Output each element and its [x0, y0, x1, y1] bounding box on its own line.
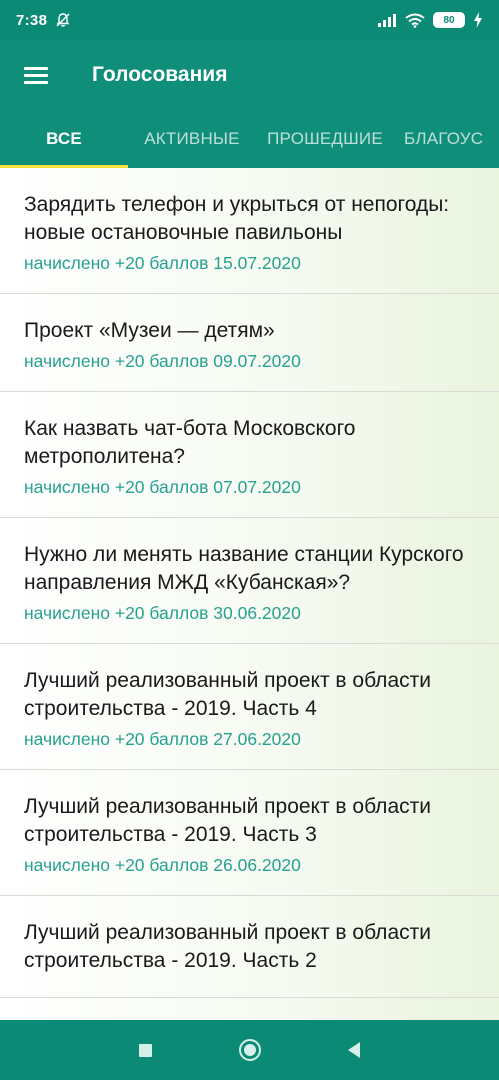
status-bar: 7:38 80: [0, 0, 499, 40]
status-icons: 80: [377, 12, 483, 28]
list-item[interactable]: Лучший реализованный проект в области ст…: [0, 770, 499, 896]
list-item[interactable]: Проект «Музеи — детям» начислено +20 бал…: [0, 294, 499, 392]
list-item[interactable]: Как назвать чат-бота Московского метропо…: [0, 392, 499, 518]
system-nav-bar: [0, 1020, 499, 1080]
poll-title: Лучший реализованный проект в области ст…: [24, 921, 431, 972]
bolt-icon: [474, 12, 482, 28]
poll-title: Проект «Музеи — детям»: [24, 319, 275, 342]
list-item[interactable]: Нужно ли менять название станции Курског…: [0, 518, 499, 644]
square-icon: [139, 1043, 152, 1057]
tab-past[interactable]: ПРОШЕДШИЕ: [256, 110, 394, 168]
poll-points: начислено +20 баллов 26.06.2020: [24, 855, 301, 875]
wifi-icon: [405, 13, 425, 28]
poll-title: Лучший реализованный проект в области ст…: [24, 795, 431, 846]
poll-points: начислено +20 баллов 27.06.2020: [24, 729, 301, 749]
home-button[interactable]: [198, 1020, 302, 1080]
tab-active[interactable]: АКТИВНЫЕ: [128, 110, 256, 168]
poll-title: Нужно ли менять название станции Курског…: [24, 543, 464, 594]
tab-bar: ВСЕ АКТИВНЫЕ ПРОШЕДШИЕ БЛАГОУС: [0, 110, 499, 168]
signal-icon: [378, 14, 396, 27]
app-bar: Голосования: [0, 40, 499, 110]
poll-list: Зарядить телефон и укрыться от непогоды:…: [0, 168, 499, 1020]
back-button[interactable]: [302, 1020, 406, 1080]
list-item[interactable]: Зарядить телефон и укрыться от непогоды:…: [0, 168, 499, 294]
poll-title: Как назвать чат-бота Московского метропо…: [24, 417, 356, 468]
battery-indicator: 80: [433, 12, 465, 28]
poll-points: начислено +20 баллов 09.07.2020: [24, 351, 301, 371]
hamburger-icon: [24, 63, 48, 88]
recents-button[interactable]: [94, 1020, 198, 1080]
bell-off-icon: [56, 13, 70, 27]
poll-points: начислено +20 баллов 30.06.2020: [24, 603, 301, 623]
poll-title: Лучший реализованный проект в области ст…: [24, 669, 431, 720]
list-item[interactable]: Лучший реализованный проект в области ст…: [0, 644, 499, 770]
poll-points: начислено +20 баллов 15.07.2020: [24, 253, 301, 273]
poll-title: Зарядить телефон и укрыться от непогоды:…: [24, 193, 450, 244]
home-icon: [238, 1039, 261, 1061]
page-title: Голосования: [92, 63, 228, 86]
menu-button[interactable]: [0, 40, 72, 110]
tab-all[interactable]: ВСЕ: [0, 110, 128, 168]
status-time: 7:38: [16, 11, 48, 29]
list-item[interactable]: Лучший реализованный проект в области ст…: [0, 896, 499, 998]
back-icon: [347, 1042, 360, 1058]
tab-improvement[interactable]: БЛАГОУС: [394, 110, 499, 168]
poll-points: начислено +20 баллов 07.07.2020: [24, 477, 301, 497]
